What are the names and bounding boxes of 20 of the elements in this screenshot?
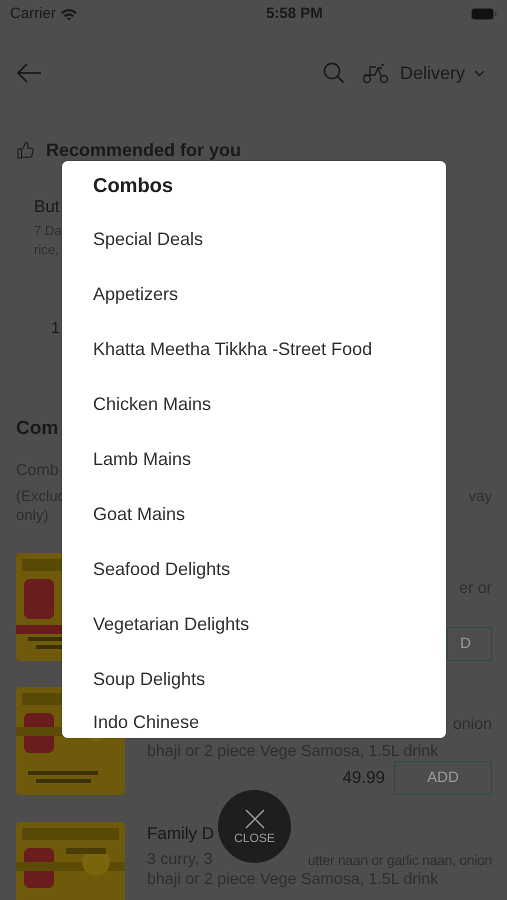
menu-item[interactable]: Khatta Meetha Tikkha -Street Food [93,322,372,377]
dialog-title: Combos [93,174,173,199]
battery-icon [470,8,497,20]
wifi-icon [60,8,78,20]
scooter-icon [362,62,390,84]
menu-item[interactable]: Special Deals [93,212,204,267]
menu-item[interactable]: Vegetarian Delights [93,597,250,652]
close-button[interactable]: CLOSE [218,790,291,863]
menu-item[interactable]: Goat Mains [93,487,186,542]
menu-item[interactable]: Lamb Mains [93,432,192,487]
menu-item[interactable]: Appetizers [93,267,178,322]
menu-item[interactable]: Soup Delights [93,652,206,707]
back-arrow-icon[interactable] [16,63,42,83]
chevron-down-icon [474,70,485,76]
thumbs-up-icon [16,141,36,159]
menu-item[interactable]: Chicken Mains [93,377,212,432]
search-icon[interactable] [322,62,345,84]
menu-item[interactable]: Seafood Delights [93,542,230,597]
close-icon [244,808,264,828]
menu-item[interactable]: Indo Chinese [93,707,200,737]
